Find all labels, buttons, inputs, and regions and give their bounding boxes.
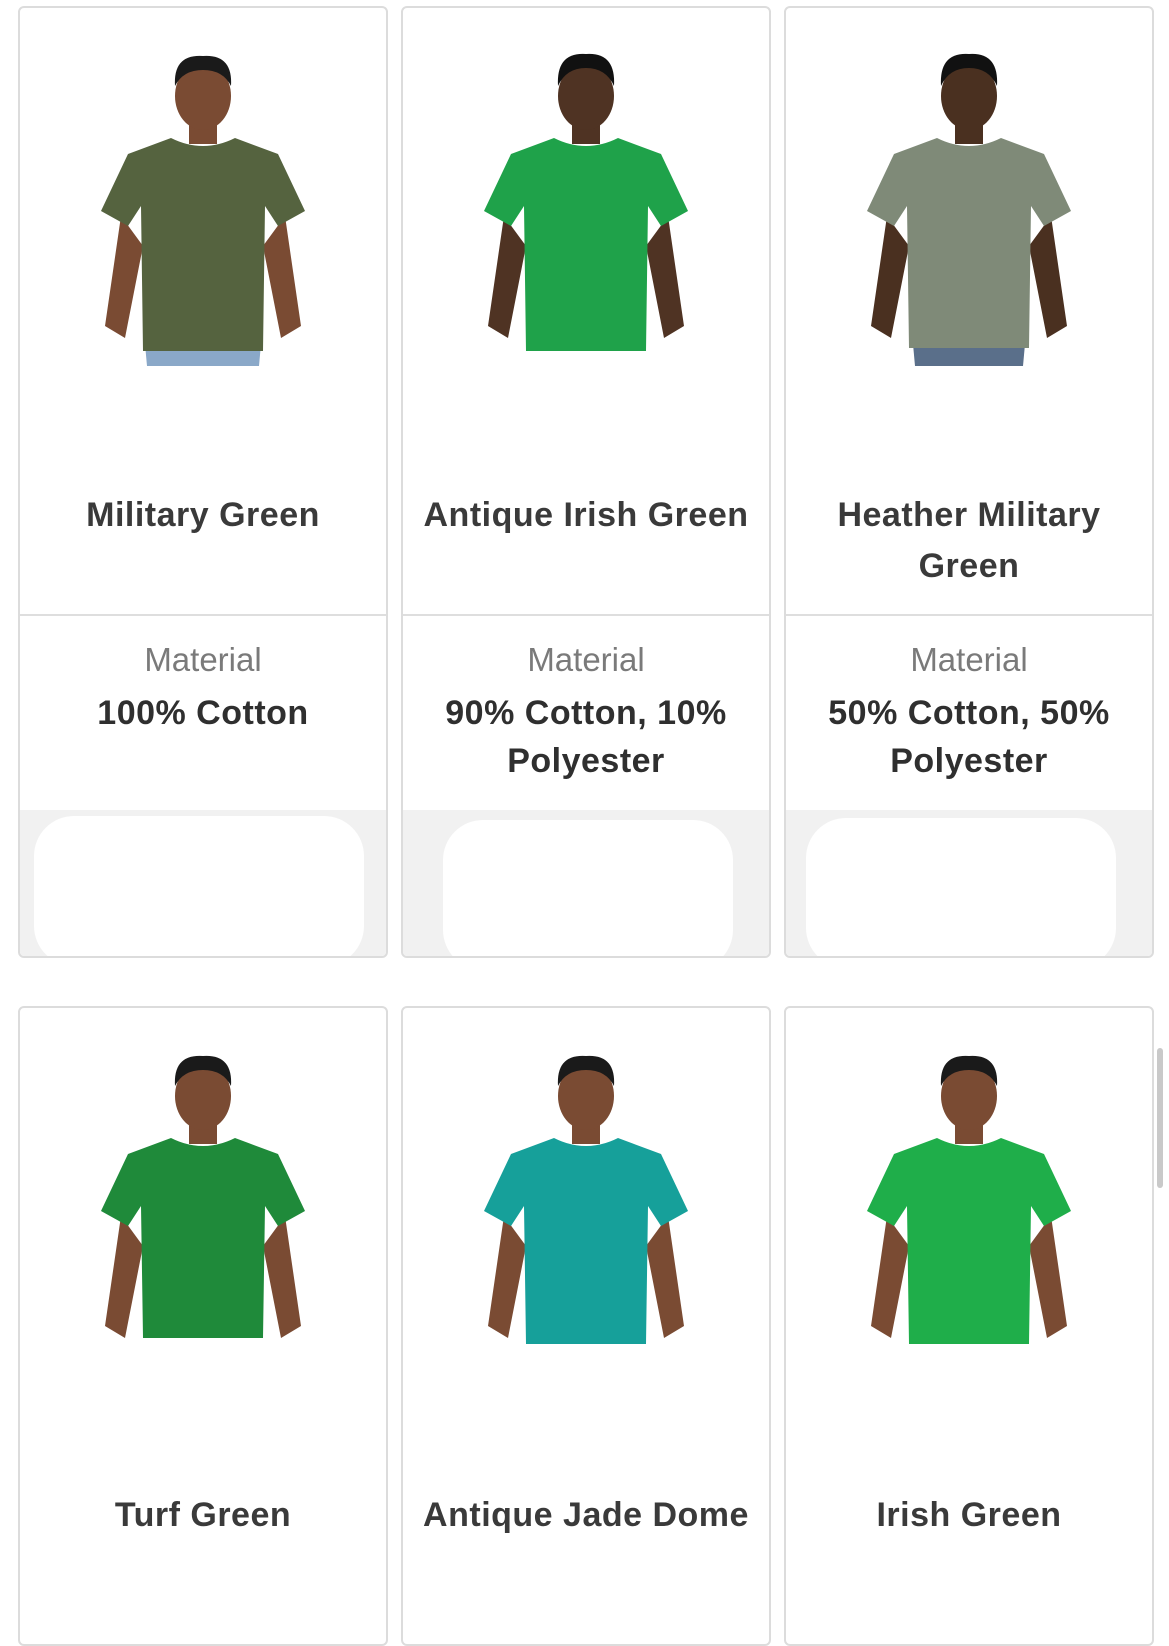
- product-photo: [786, 26, 1152, 366]
- product-photo: [786, 1026, 1152, 1366]
- product-name: Irish Green: [876, 1496, 1062, 1534]
- product-photo: [403, 26, 769, 366]
- product-photo: [20, 1026, 386, 1366]
- product-card[interactable]: Heather Military Green Material 50% Cott…: [784, 6, 1154, 958]
- card-divider: [20, 614, 386, 616]
- redaction-mark: [34, 816, 364, 956]
- material-value: 90% Cotton, 10% Polyester: [445, 694, 727, 780]
- material-value: 100% Cotton: [97, 694, 309, 732]
- product-name: Antique Jade Dome: [423, 1496, 749, 1534]
- product-photo: [20, 26, 386, 366]
- product-name: Turf Green: [114, 1496, 292, 1534]
- card-footer: [786, 810, 1152, 956]
- product-name: Antique Irish Green: [423, 496, 749, 534]
- material-label: Material: [910, 641, 1028, 678]
- material-label: Material: [527, 641, 645, 678]
- scrollbar-thumb[interactable]: [1157, 1048, 1163, 1188]
- redaction-mark: [806, 818, 1116, 956]
- redaction-mark: [443, 820, 733, 956]
- material-label: Material: [144, 641, 262, 678]
- product-name: Heather Military Green: [837, 496, 1101, 585]
- product-card[interactable]: Antique Jade Dome: [401, 1006, 771, 1646]
- product-card[interactable]: Military Green Material 100% Cotton: [18, 6, 388, 958]
- product-photo: [403, 1026, 769, 1366]
- product-card[interactable]: Antique Irish Green Material 90% Cotton,…: [401, 6, 771, 958]
- product-card[interactable]: Turf Green: [18, 1006, 388, 1646]
- material-value: 50% Cotton, 50% Polyester: [828, 694, 1110, 780]
- card-footer: [403, 810, 769, 956]
- card-divider: [403, 614, 769, 616]
- product-card[interactable]: Irish Green: [784, 1006, 1154, 1646]
- card-footer: [20, 810, 386, 956]
- card-divider: [786, 614, 1152, 616]
- product-name: Military Green: [86, 496, 320, 534]
